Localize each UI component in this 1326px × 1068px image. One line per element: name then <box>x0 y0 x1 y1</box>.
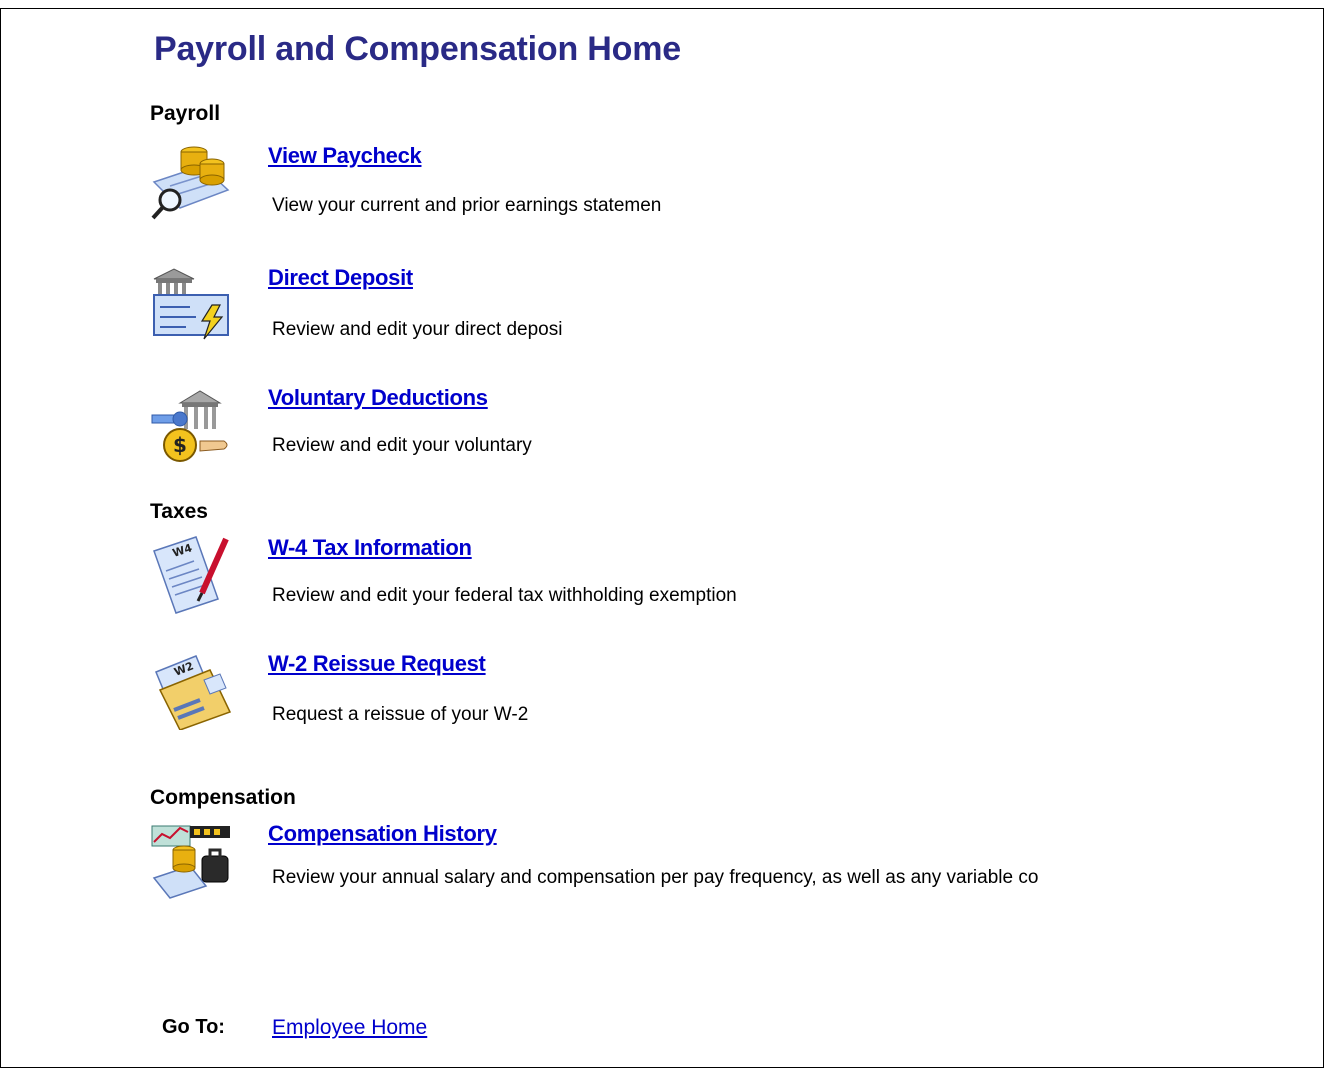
compensation-history-description: Review your annual salary and compensati… <box>272 867 1039 888</box>
paycheck-icon <box>151 146 230 220</box>
direct-deposit-description: Review and edit your direct deposi <box>272 319 563 340</box>
section-heading-taxes: Taxes <box>150 500 208 523</box>
voluntary-deductions-description: Review and edit your voluntary <box>272 435 532 456</box>
compensation-icon <box>151 825 230 899</box>
w2-reissue-request-link[interactable]: W-2 Reissue Request <box>268 651 486 677</box>
section-heading-payroll: Payroll <box>150 102 221 125</box>
deductions-icon: $ <box>151 390 228 462</box>
section-heading-compensation: Compensation <box>150 786 296 809</box>
w2-description: Request a reissue of your W-2 <box>272 704 529 725</box>
employee-home-link[interactable]: Employee Home <box>272 1016 427 1040</box>
view-paycheck-description: View your current and prior earnings sta… <box>272 195 662 216</box>
w4-form-icon: W4 <box>153 536 229 614</box>
view-paycheck-link[interactable]: View Paycheck <box>268 143 422 169</box>
w4-description: Review and edit your federal tax withhol… <box>272 585 737 606</box>
w2-envelope-icon: W2 <box>155 655 232 730</box>
direct-deposit-link[interactable]: Direct Deposit <box>268 265 413 291</box>
svg-text:$: $ <box>173 433 187 457</box>
bank-check-icon <box>153 268 229 340</box>
page-title: Payroll and Compensation Home <box>154 30 681 68</box>
voluntary-deductions-link[interactable]: Voluntary Deductions <box>268 385 488 411</box>
w4-tax-information-link[interactable]: W-4 Tax Information <box>268 535 472 561</box>
compensation-history-link[interactable]: Compensation History <box>268 821 497 847</box>
goto-label: Go To: <box>162 1016 225 1038</box>
